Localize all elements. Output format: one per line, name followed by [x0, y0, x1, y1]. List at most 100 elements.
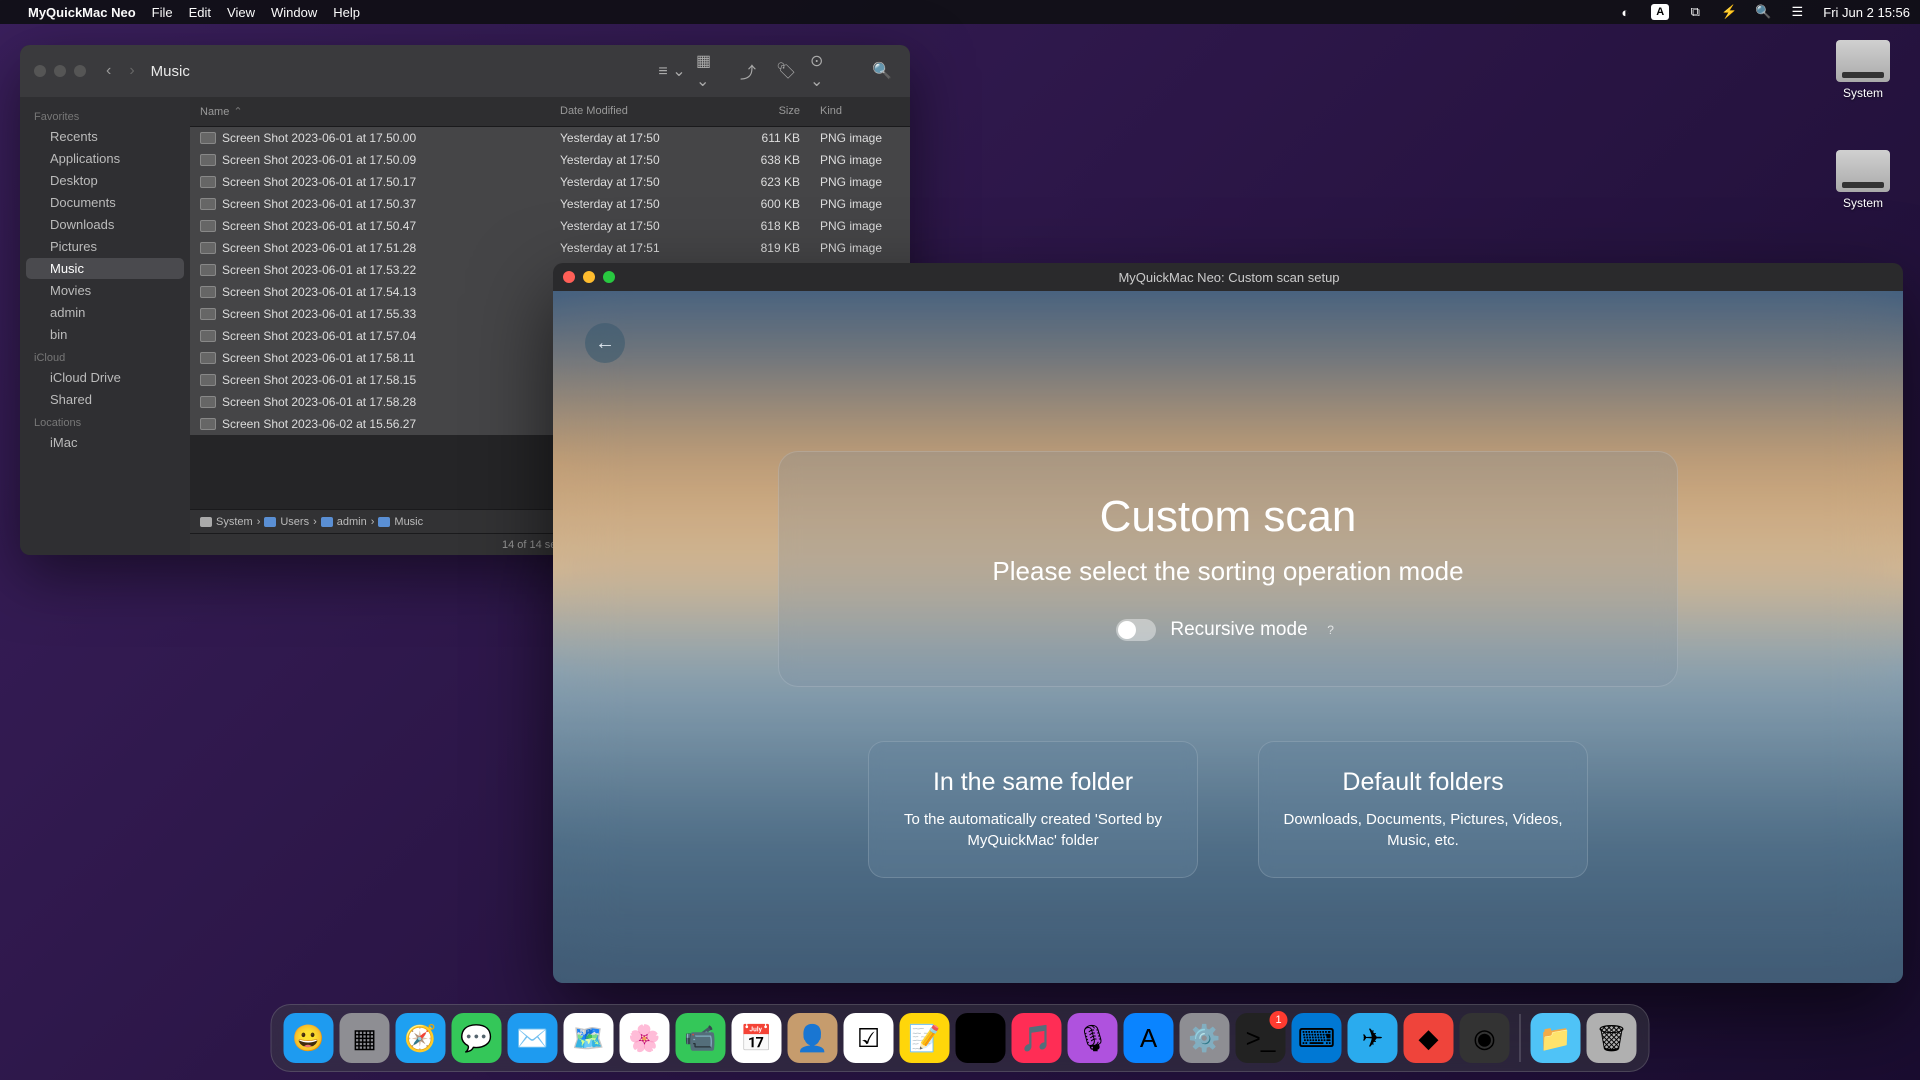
nav-back-icon[interactable]: ‹ [106, 62, 111, 80]
file-row[interactable]: Screen Shot 2023-06-01 at 17.50.17Yester… [190, 171, 910, 193]
input-source-icon[interactable]: A [1651, 4, 1669, 20]
desktop-drive-2[interactable]: System [1836, 150, 1890, 210]
sidebar-section-locations: Locations [20, 411, 190, 431]
path-segment[interactable]: Music [378, 516, 423, 528]
file-thumb-icon [200, 308, 216, 320]
action-icon[interactable]: ⊙ ⌄ [810, 57, 838, 85]
sidebar-item-bin[interactable]: bin [26, 324, 184, 345]
dock-music[interactable]: 🎵 [1012, 1013, 1062, 1063]
dock: 😀▦🧭💬✉️🗺️🌸📹📅👤☑📝tv🎵🎙A⚙️>_1⌨✈◆◉ 📁🗑 [271, 1004, 1650, 1072]
back-button[interactable]: ← [585, 323, 625, 363]
file-name: Screen Shot 2023-06-01 at 17.55.33 [222, 307, 416, 321]
traffic-lights[interactable] [34, 65, 86, 77]
sidebar-item-downloads[interactable]: Downloads [26, 214, 184, 235]
view-group-icon[interactable]: ▦ ⌄ [696, 57, 724, 85]
file-thumb-icon [200, 154, 216, 166]
col-header-name[interactable]: Name ⌃ [190, 101, 550, 122]
tag-icon[interactable]: 🏷 [772, 57, 800, 85]
share-icon[interactable]: ⤴ [734, 57, 762, 85]
file-kind: PNG image [810, 217, 910, 235]
option-same-folder[interactable]: In the same folder To the automatically … [868, 741, 1198, 878]
dock-appstore[interactable]: A [1124, 1013, 1174, 1063]
control-center-icon[interactable]: ☰ [1789, 4, 1805, 20]
recursive-toggle[interactable] [1116, 619, 1156, 641]
sidebar-item-recents[interactable]: Recents [26, 126, 184, 147]
view-list-icon[interactable]: ≡ ⌄ [658, 57, 686, 85]
sidebar-item-admin[interactable]: admin [26, 302, 184, 323]
dock-podcasts[interactable]: 🎙 [1068, 1013, 1118, 1063]
file-row[interactable]: Screen Shot 2023-06-01 at 17.50.37Yester… [190, 193, 910, 215]
path-segment[interactable]: Users [264, 516, 309, 528]
file-thumb-icon [200, 242, 216, 254]
file-name: Screen Shot 2023-06-01 at 17.53.22 [222, 263, 416, 277]
nav-forward-icon[interactable]: › [129, 62, 134, 80]
path-segment[interactable]: admin [321, 516, 367, 528]
menubar: MyQuickMac Neo File Edit View Window Hel… [0, 0, 1920, 24]
help-icon[interactable]: ? [1322, 621, 1340, 639]
active-app-name[interactable]: MyQuickMac Neo [28, 5, 136, 20]
dock-notes[interactable]: 📝 [900, 1013, 950, 1063]
spotlight-icon[interactable]: 🔍 [1755, 4, 1771, 20]
dock-tv[interactable]: tv [956, 1013, 1006, 1063]
sidebar-item-icloud-drive[interactable]: iCloud Drive [26, 367, 184, 388]
panel-heading: Custom scan [819, 492, 1637, 542]
menu-help[interactable]: Help [333, 5, 360, 20]
search-icon[interactable]: 🔍 [868, 57, 896, 85]
file-name: Screen Shot 2023-06-01 at 17.50.00 [222, 131, 416, 145]
file-row[interactable]: Screen Shot 2023-06-01 at 17.51.28Yester… [190, 237, 910, 259]
dock-telegram[interactable]: ✈ [1348, 1013, 1398, 1063]
sidebar-item-music[interactable]: Music [26, 258, 184, 279]
option-desc: Downloads, Documents, Pictures, Videos, … [1281, 809, 1565, 851]
dock-downloads[interactable]: 📁 [1531, 1013, 1581, 1063]
path-segment[interactable]: System [200, 516, 253, 528]
dock-messages[interactable]: 💬 [452, 1013, 502, 1063]
col-header-kind[interactable]: Kind [810, 101, 910, 122]
menu-window[interactable]: Window [271, 5, 317, 20]
sidebar-item-imac[interactable]: iMac [26, 432, 184, 453]
dock-finder[interactable]: 😀 [284, 1013, 334, 1063]
file-row[interactable]: Screen Shot 2023-06-01 at 17.50.00Yester… [190, 127, 910, 149]
file-row[interactable]: Screen Shot 2023-06-01 at 17.50.09Yester… [190, 149, 910, 171]
dock-camera[interactable]: ◉ [1460, 1013, 1510, 1063]
dock-maps[interactable]: 🗺️ [564, 1013, 614, 1063]
file-name: Screen Shot 2023-06-01 at 17.50.17 [222, 175, 416, 189]
dock-launchpad[interactable]: ▦ [340, 1013, 390, 1063]
dock-contacts[interactable]: 👤 [788, 1013, 838, 1063]
desktop-drive-1[interactable]: System [1836, 40, 1890, 100]
sidebar-item-documents[interactable]: Documents [26, 192, 184, 213]
menu-view[interactable]: View [227, 5, 255, 20]
battery-icon[interactable]: ⚡ [1721, 4, 1737, 20]
menu-file[interactable]: File [152, 5, 173, 20]
dock-terminal[interactable]: >_1 [1236, 1013, 1286, 1063]
sidebar-section-icloud: iCloud [20, 346, 190, 366]
dock-settings[interactable]: ⚙️ [1180, 1013, 1230, 1063]
menubar-clock[interactable]: Fri Jun 2 15:56 [1823, 5, 1910, 20]
traffic-lights[interactable] [563, 271, 615, 283]
dock-vscode[interactable]: ⌨ [1292, 1013, 1342, 1063]
dock-trash[interactable]: 🗑 [1587, 1013, 1637, 1063]
menu-edit[interactable]: Edit [189, 5, 211, 20]
menubar-extra-icon[interactable]: ◐ [1617, 4, 1633, 20]
file-kind: PNG image [810, 151, 910, 169]
sidebar-item-desktop[interactable]: Desktop [26, 170, 184, 191]
app-titlebar: MyQuickMac Neo: Custom scan setup [553, 263, 1903, 291]
stage-manager-icon[interactable]: ⧉ [1687, 4, 1703, 20]
dock-facetime[interactable]: 📹 [676, 1013, 726, 1063]
dock-mail[interactable]: ✉️ [508, 1013, 558, 1063]
option-default-folders[interactable]: Default folders Downloads, Documents, Pi… [1258, 741, 1588, 878]
file-row[interactable]: Screen Shot 2023-06-01 at 17.50.47Yester… [190, 215, 910, 237]
file-date: Yesterday at 17:50 [550, 151, 720, 169]
option-title: Default folders [1281, 768, 1565, 797]
dock-photos[interactable]: 🌸 [620, 1013, 670, 1063]
dock-reminders[interactable]: ☑ [844, 1013, 894, 1063]
sidebar-item-pictures[interactable]: Pictures [26, 236, 184, 257]
col-header-size[interactable]: Size [720, 101, 810, 122]
sidebar-item-shared[interactable]: Shared [26, 389, 184, 410]
dock-safari[interactable]: 🧭 [396, 1013, 446, 1063]
sidebar-item-movies[interactable]: Movies [26, 280, 184, 301]
dock-calendar[interactable]: 📅 [732, 1013, 782, 1063]
col-header-date[interactable]: Date Modified [550, 101, 720, 122]
sidebar-item-applications[interactable]: Applications [26, 148, 184, 169]
dock-anydesk[interactable]: ◆ [1404, 1013, 1454, 1063]
badge: 1 [1270, 1011, 1288, 1029]
